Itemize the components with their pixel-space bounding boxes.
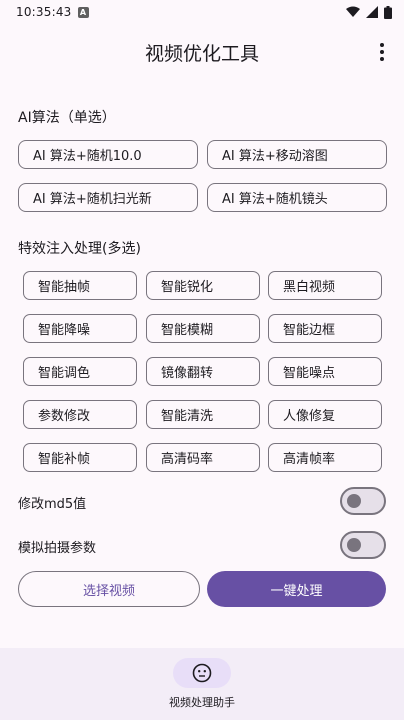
chip-smart-interpolate[interactable]: 智能补帧 (23, 443, 137, 472)
md5-toggle[interactable] (340, 487, 386, 515)
simulate-shot-toggle-thumb (347, 538, 361, 552)
process-button[interactable]: 一键处理 (207, 571, 386, 607)
nav-label: 视频处理助手 (169, 696, 235, 709)
page-title: 视频优化工具 (144, 42, 259, 65)
chip-smart-frame-extract[interactable]: 智能抽帧 (23, 271, 137, 300)
ai-option-random-scan[interactable]: AI 算法+随机扫光新 (18, 183, 198, 212)
ai-option-move-blend[interactable]: AI 算法+移动溶图 (207, 140, 387, 169)
nav-active-indicator (173, 658, 231, 688)
chip-portrait-repair[interactable]: 人像修复 (268, 400, 382, 429)
ai-option-random-10[interactable]: AI 算法+随机10.0 (18, 140, 198, 169)
chip-smart-blur[interactable]: 智能模糊 (146, 314, 260, 343)
more-options-icon[interactable] (368, 38, 396, 66)
chip-param-modify[interactable]: 参数修改 (23, 400, 137, 429)
effects-section-title: 特效注入处理(多选) (18, 241, 141, 257)
status-bar: 10:35:43 A (0, 0, 404, 24)
face-icon (192, 663, 212, 683)
simulate-shot-toggle[interactable] (340, 531, 386, 559)
signal-icon (366, 6, 378, 18)
md5-toggle-thumb (347, 494, 361, 508)
bottom-nav: 视频处理助手 (0, 648, 404, 720)
status-icons (346, 5, 392, 19)
chip-smart-color[interactable]: 智能调色 (23, 357, 137, 386)
wifi-icon (346, 6, 360, 17)
chip-hd-bitrate[interactable]: 高清码率 (146, 443, 260, 472)
chip-smart-sharpen[interactable]: 智能锐化 (146, 271, 260, 300)
chip-smart-noise[interactable]: 智能噪点 (268, 357, 382, 386)
chip-smart-border[interactable]: 智能边框 (268, 314, 382, 343)
chip-smart-denoise[interactable]: 智能降噪 (23, 314, 137, 343)
chip-smart-clean[interactable]: 智能清洗 (146, 400, 260, 429)
ai-option-random-lens[interactable]: AI 算法+随机镜头 (207, 183, 387, 212)
status-time: 10:35:43 (16, 5, 72, 19)
app-bar: 视频优化工具 (0, 26, 404, 78)
notification-icon: A (77, 6, 89, 18)
chip-hd-framerate[interactable]: 高清帧率 (268, 443, 382, 472)
md5-toggle-label: 修改md5值 (18, 497, 87, 512)
simulate-shot-toggle-label: 模拟拍摄参数 (18, 541, 97, 556)
chip-mirror-flip[interactable]: 镜像翻转 (146, 357, 260, 386)
battery-icon (384, 5, 392, 19)
select-video-button[interactable]: 选择视频 (18, 571, 200, 607)
chip-black-white[interactable]: 黑白视频 (268, 271, 382, 300)
nav-item-video-assistant[interactable]: 视频处理助手 (0, 648, 404, 720)
ai-section-title: AI算法（单选） (18, 110, 116, 126)
